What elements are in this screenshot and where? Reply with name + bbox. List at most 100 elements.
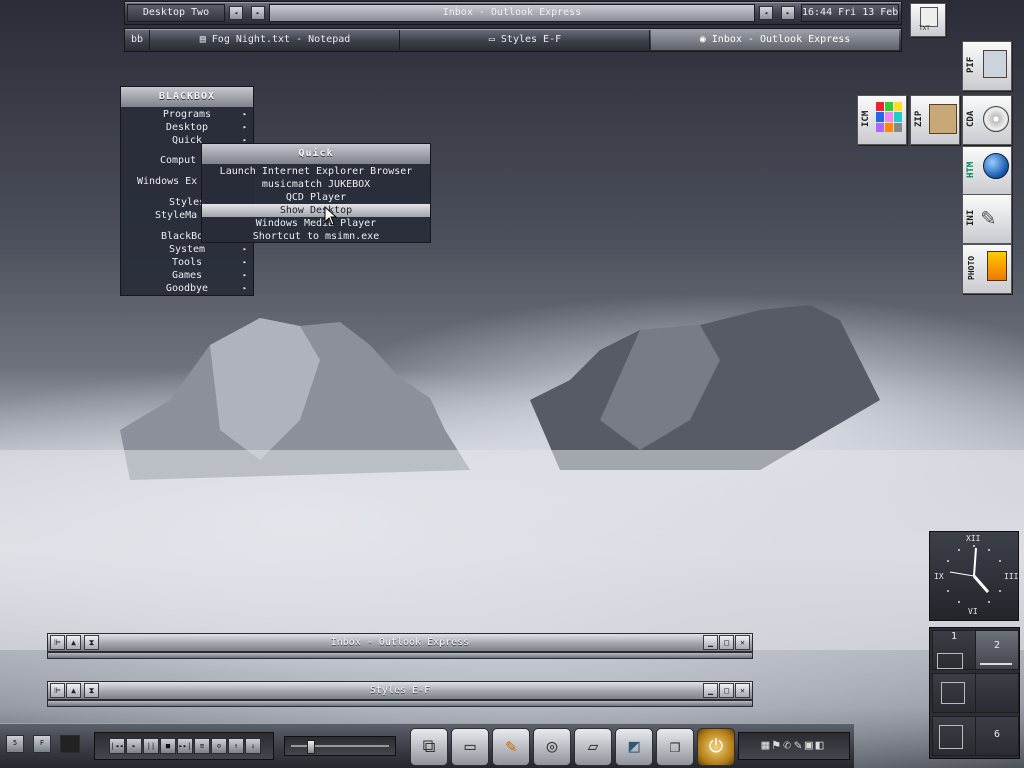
toolbar: Desktop Two ◂ ▸ Inbox - Outlook Express … xyxy=(124,1,902,25)
pager-cell-1[interactable]: 1 xyxy=(932,630,976,670)
player-playlist-button[interactable]: ≡ xyxy=(194,738,210,754)
media-player-controls: |◂◂ ▸ || ■ ▸▸| ≡ ⊙ ↑ ↓ xyxy=(94,732,274,760)
toolbar-clock: 16:44 Fri 13 Feb xyxy=(801,4,899,22)
tools-icon[interactable]: ✎ xyxy=(492,728,530,766)
player-shuffle-button[interactable]: ⊙ xyxy=(211,738,227,754)
maximize-button[interactable]: □ xyxy=(719,683,734,698)
wrench-icon[interactable]: INI ✎ xyxy=(962,194,1012,244)
workspace-prev-button[interactable]: ◂ xyxy=(229,6,243,20)
taskbar: bb ▤ Fog Night.txt - Notepad ▭ Styles E-… xyxy=(124,28,902,52)
submenu-arrow-icon: ▸ xyxy=(242,271,247,279)
scanner-icon[interactable]: ◩ xyxy=(615,728,653,766)
dock-button-window[interactable] xyxy=(60,735,80,753)
minimize-button[interactable]: ▁ xyxy=(703,635,718,650)
menu-item-desktop[interactable]: Desktop ▸ xyxy=(121,121,253,134)
taskbar-tag[interactable]: bb xyxy=(125,30,150,50)
window-menu-button[interactable]: ⊫ xyxy=(50,635,65,650)
minimize-button[interactable]: ▁ xyxy=(703,683,718,698)
folder-icon: ▭ xyxy=(488,34,501,45)
tool-tray-icon[interactable]: ✎ xyxy=(794,738,805,753)
volume-slider[interactable] xyxy=(284,736,396,756)
submenu-arrow-icon: ▸ xyxy=(242,110,247,118)
window-styles[interactable]: ⊫ ▲ ⧗ Styles E-F ▁ □ ✕ xyxy=(47,681,753,707)
pager-cell-3[interactable] xyxy=(932,673,976,713)
player-next-button[interactable]: ▸▸| xyxy=(177,738,193,754)
window-prev-button[interactable]: ◂ xyxy=(759,6,773,20)
quick-menu: Quick Launch Internet Explorer Browser m… xyxy=(201,143,431,243)
pager-cell-4[interactable] xyxy=(975,673,1019,713)
globe-icon[interactable]: HTM xyxy=(962,146,1012,196)
pif-file-icon[interactable]: PIF xyxy=(962,41,1012,91)
menu-item-programs[interactable]: Programs ▸ xyxy=(121,108,253,121)
pager-cell-6[interactable]: 6 xyxy=(975,716,1019,756)
menu-item-show-desktop[interactable]: Show Desktop xyxy=(202,204,430,217)
menu-item-windows-media-player[interactable]: Windows Media Player xyxy=(202,217,430,230)
window-label[interactable]: Inbox - Outlook Express xyxy=(269,4,755,22)
player-stop-button[interactable]: ■ xyxy=(160,738,176,754)
display-tray-icon[interactable]: ▣ xyxy=(805,738,816,753)
close-icon[interactable]: ✕ xyxy=(735,635,750,650)
system-tray: ▦⚑✆✎▣◧ xyxy=(738,732,850,760)
text-file-icon[interactable]: TXT xyxy=(910,3,946,37)
notepad-icon: ▤ xyxy=(199,34,212,45)
pager-cell-5[interactable] xyxy=(932,716,976,756)
window-outlook[interactable]: ⊫ ▲ ⧗ Inbox - Outlook Express ▁ □ ✕ xyxy=(47,633,753,659)
window-shade-button[interactable]: ▲ xyxy=(66,683,81,698)
task-notepad[interactable]: ▤ Fog Night.txt - Notepad xyxy=(151,30,400,50)
task-outlook[interactable]: ◉ Inbox - Outlook Express xyxy=(651,30,899,50)
power-icon[interactable]: ⏻ xyxy=(697,728,735,766)
menu-item-goodbye[interactable]: Goodbye ▸ xyxy=(121,282,253,295)
dock-button-f[interactable]: F xyxy=(33,735,51,753)
player-play-button[interactable]: ▸ xyxy=(126,738,142,754)
menu-item-games[interactable]: Games ▸ xyxy=(121,269,253,282)
submenu-arrow-icon: ▸ xyxy=(242,123,247,131)
film-reel-icon[interactable]: ◎ xyxy=(533,728,571,766)
window-next-button[interactable]: ▸ xyxy=(781,6,795,20)
window-footer xyxy=(47,700,753,707)
window-footer xyxy=(47,652,753,659)
submenu-arrow-icon: ▸ xyxy=(242,245,247,253)
pager-cell-2[interactable]: 2 xyxy=(975,630,1019,670)
menu-item-system[interactable]: System ▸ xyxy=(121,243,253,256)
window-shade-button[interactable]: ▲ xyxy=(66,635,81,650)
cd-audio-icon[interactable]: CDA xyxy=(962,95,1012,145)
analog-clock: XII III VI IX xyxy=(929,531,1019,621)
player-prev-button[interactable]: |◂◂ xyxy=(109,738,125,754)
workspace-label[interactable]: Desktop Two xyxy=(127,4,225,22)
phone-tray-icon[interactable]: ✆ xyxy=(783,738,794,753)
outlook-icon: ◉ xyxy=(699,34,712,45)
clock-hands xyxy=(947,545,1001,603)
menu-item-launch-ie[interactable]: Launch Internet Explorer Browser xyxy=(202,165,430,178)
window-menu-button[interactable]: ⊫ xyxy=(50,683,65,698)
dock-button-5[interactable]: 5 xyxy=(6,735,24,753)
player-up-button[interactable]: ↑ xyxy=(228,738,244,754)
window-stick-button[interactable]: ⧗ xyxy=(84,635,99,650)
maximize-button[interactable]: □ xyxy=(719,635,734,650)
color-grid-icon[interactable]: ICM xyxy=(857,95,907,145)
close-icon[interactable]: ✕ xyxy=(735,683,750,698)
menu-item-musicmatch[interactable]: musicmatch JUKEBOX xyxy=(202,178,430,191)
speaker-tray-icon[interactable]: ◧ xyxy=(816,738,827,753)
menu-item-tools[interactable]: Tools ▸ xyxy=(121,256,253,269)
flag-tray-icon[interactable]: ⚑ xyxy=(772,738,783,753)
workspace-next-button[interactable]: ▸ xyxy=(251,6,265,20)
window-stick-button[interactable]: ⧗ xyxy=(84,683,99,698)
player-down-button[interactable]: ↓ xyxy=(245,738,261,754)
folder-icon[interactable]: ▱ xyxy=(574,728,612,766)
menu-item-qcd-player[interactable]: QCD Player xyxy=(202,191,430,204)
network-tray-icon[interactable]: ▦ xyxy=(762,738,773,753)
menu-item-msimn-shortcut[interactable]: Shortcut to msimn.exe xyxy=(202,230,430,243)
player-pause-button[interactable]: || xyxy=(143,738,159,754)
submenu-arrow-icon: ▸ xyxy=(242,258,247,266)
task-styles[interactable]: ▭ Styles E-F xyxy=(401,30,650,50)
film-icon[interactable]: PHOTO xyxy=(962,244,1012,294)
disks-icon[interactable]: ⧉ xyxy=(410,728,448,766)
window-title: Styles E-F xyxy=(369,685,431,696)
files-icon[interactable]: ❐ xyxy=(656,728,694,766)
drive-icon[interactable]: ▭ xyxy=(451,728,489,766)
zip-box-icon[interactable]: ZIP xyxy=(910,95,960,145)
volume-thumb[interactable] xyxy=(307,740,315,754)
mouse-cursor-icon xyxy=(324,206,338,226)
workspace-pager: 1 2 6 xyxy=(929,627,1020,759)
root-menu-title: BLACKBOX xyxy=(121,87,253,107)
